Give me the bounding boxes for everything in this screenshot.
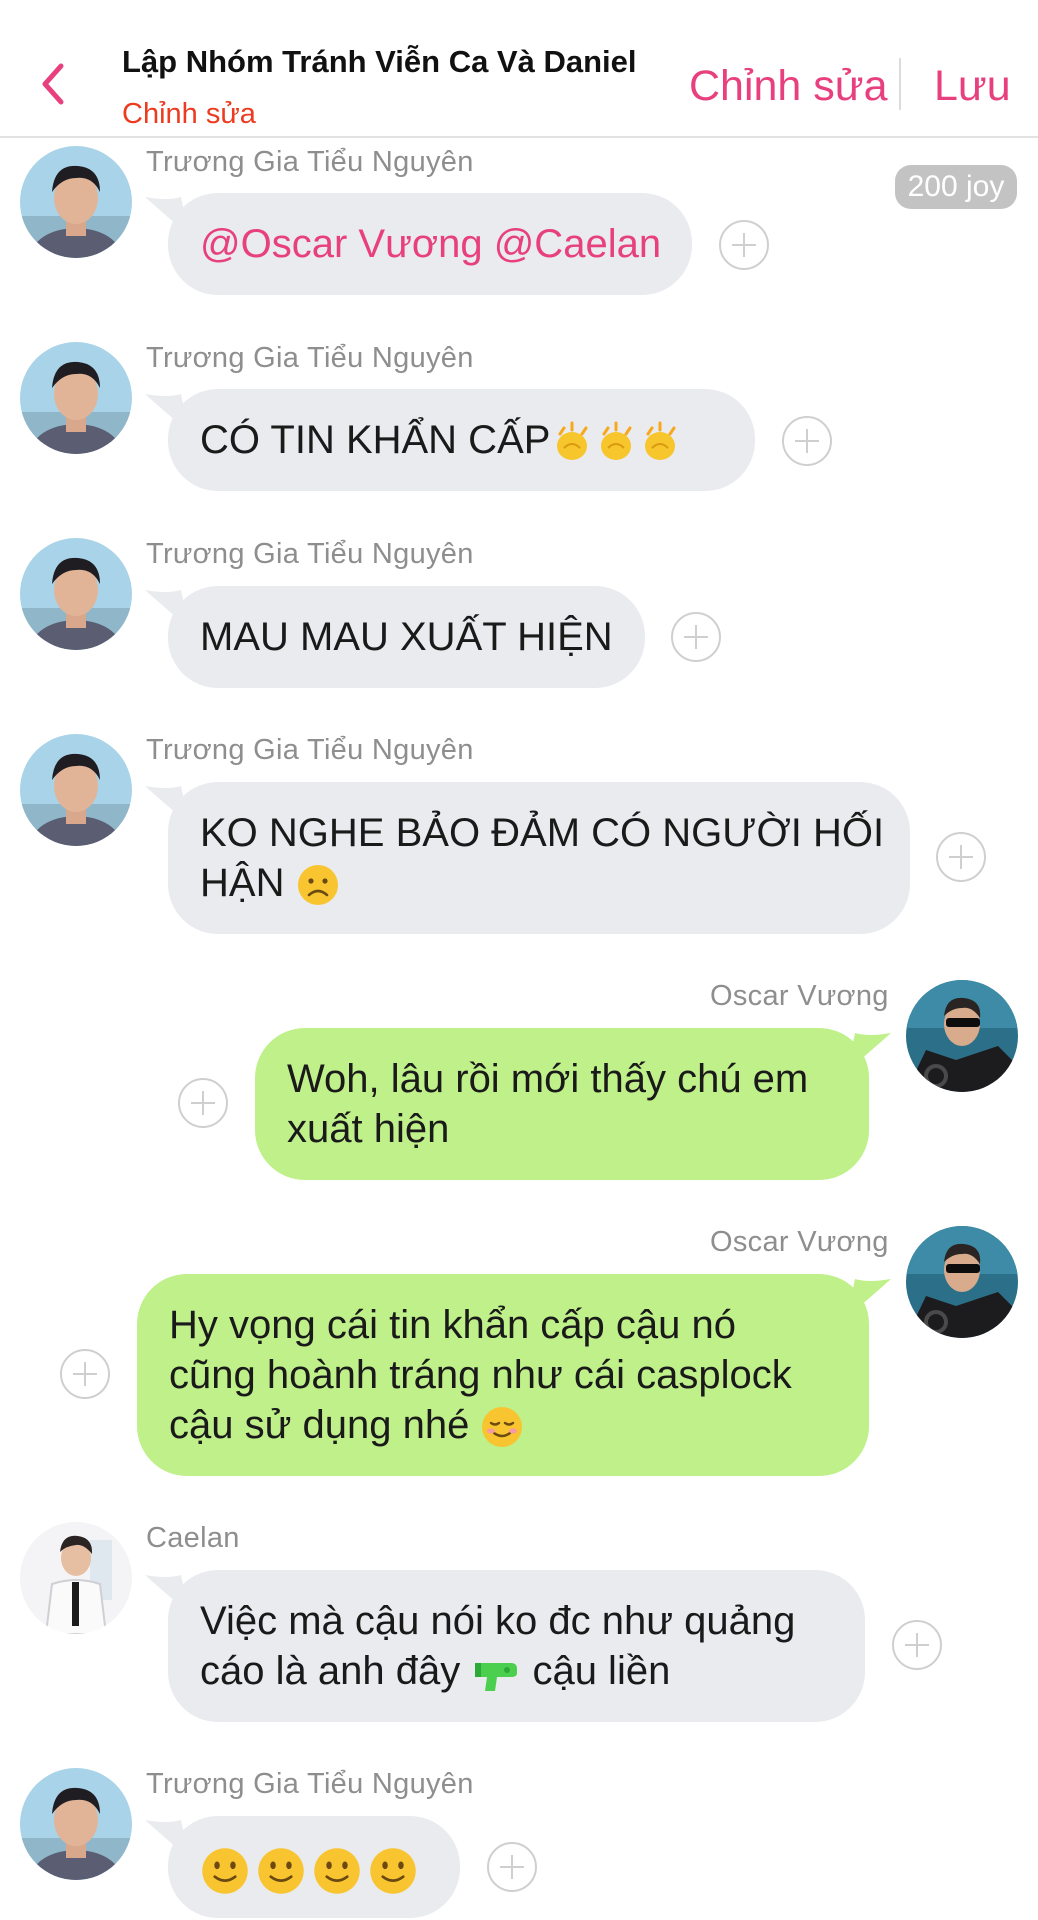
avatar-truong-gia-tieu-nguyen[interactable] [20,146,132,258]
message-bubble[interactable]: @Oscar Vương @Caelan [168,193,692,295]
save-button[interactable]: Lưu [934,62,1011,111]
add-reaction-button[interactable] [892,1620,942,1670]
joy-badge: 200 joy [895,165,1017,209]
message-text-line: Việc mà cậu nói ko đc như quảng [200,1599,796,1643]
person-avatar-icon [20,342,132,454]
group-title: Lập Nhóm Tránh Viễn Ca Và Daniel [122,44,637,79]
sender-name: Trương Gia Tiểu Nguyên [146,146,474,178]
person-avatar-icon [20,1522,132,1634]
add-reaction-button[interactable] [782,416,832,466]
avatar-truong-gia-tieu-nguyen[interactable] [20,734,132,846]
message-bubble[interactable]: MAU MAU XUẤT HIỆN [168,586,645,688]
message-text-line: cậu sử dụng nhé [169,1403,470,1447]
message-bubble[interactable]: KO NGHE BẢO ĐẢM CÓ NGƯỜI HỐI HẬN [168,782,910,934]
header-subtitle-edit[interactable]: Chỉnh sửa [122,98,256,131]
header-divider [899,58,901,110]
relieved-face-icon [482,1407,523,1448]
person-avatar-icon [20,538,132,650]
sender-name: Caelan [146,1522,240,1554]
sender-name: Trương Gia Tiểu Nguyên [146,1768,474,1800]
avatar-oscar-vuong[interactable] [906,980,1018,1092]
add-reaction-button[interactable] [487,1842,537,1892]
message-text-line: cáo là anh đây [200,1649,461,1693]
message-text-line: cũng hoành tráng như cái casplock [169,1353,792,1397]
sender-name: Trương Gia Tiểu Nguyên [146,734,474,766]
message-text-line: xuất hiện [287,1107,450,1151]
message-text-line: cậu liền [532,1649,671,1693]
water-pistol-icon [475,1663,518,1692]
avatar-truong-gia-tieu-nguyen[interactable] [20,342,132,454]
message-bubble[interactable]: Woh, lâu rồi mới thấy chú em xuất hiện [255,1028,869,1180]
person-avatar-icon [906,980,1018,1092]
sender-name: Trương Gia Tiểu Nguyên [146,342,474,374]
add-reaction-button[interactable] [719,220,769,270]
slightly-smiling-face-icon [314,1848,360,1895]
mention-caelan[interactable]: @Caelan [494,222,661,266]
clapping-hands-icon [601,421,632,461]
frowning-face-icon [297,865,338,906]
slightly-smiling-face-icon [258,1848,304,1895]
person-avatar-icon [906,1226,1018,1338]
add-reaction-button[interactable] [60,1349,110,1399]
add-reaction-button[interactable] [178,1078,228,1128]
person-avatar-icon [20,734,132,846]
sender-name: Trương Gia Tiểu Nguyên [146,538,474,570]
avatar-truong-gia-tieu-nguyen[interactable] [20,1768,132,1880]
avatar-truong-gia-tieu-nguyen[interactable] [20,538,132,650]
edit-button[interactable]: Chỉnh sửa [689,62,888,111]
clapping-hands-icon [645,421,676,461]
add-reaction-button[interactable] [936,832,986,882]
slightly-smiling-face-icon [370,1848,416,1895]
message-text-line: Woh, lâu rồi mới thấy chú em [287,1057,809,1101]
person-avatar-icon [20,146,132,258]
message-bubble[interactable]: Việc mà cậu nói ko đc như quảng cáo là a… [168,1570,865,1722]
person-avatar-icon [20,1768,132,1880]
clapping-hands-icon [557,421,588,461]
avatar-caelan[interactable] [20,1522,132,1634]
chat-header: Lập Nhóm Tránh Viễn Ca Và Daniel Chỉnh s… [0,0,1038,138]
sender-name: Oscar Vương [710,980,889,1012]
message-text-line: Hy vọng cái tin khẩn cấp cậu nó [169,1303,737,1347]
back-button[interactable] [30,58,78,110]
message-text: CÓ TIN KHẨN CẤP [200,418,551,462]
mention-oscar[interactable]: @Oscar Vương [200,222,483,266]
message-bubble[interactable] [168,1816,460,1918]
slightly-smiling-face-icon [202,1848,248,1895]
chevron-left-icon [42,63,64,105]
add-reaction-button[interactable] [671,612,721,662]
message-bubble[interactable]: CÓ TIN KHẨN CẤP [168,389,755,491]
sender-name: Oscar Vương [710,1226,889,1258]
message-text-line: KO NGHE BẢO ĐẢM CÓ NGƯỜI HỐI [200,811,885,855]
message-text-line: HẬN [200,861,285,905]
avatar-oscar-vuong[interactable] [906,1226,1018,1338]
message-bubble[interactable]: Hy vọng cái tin khẩn cấp cậu nó cũng hoà… [137,1274,869,1476]
message-text: MAU MAU XUẤT HIỆN [200,615,613,659]
